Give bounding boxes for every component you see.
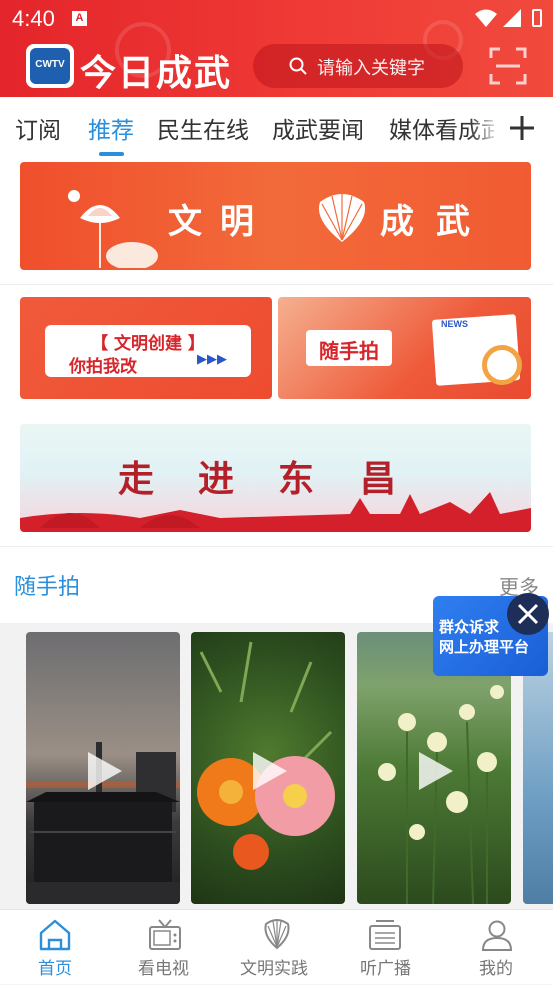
lotus-icon [68,190,158,268]
civ-char-3: 成 [380,202,414,242]
notification-icon: A [72,11,87,26]
play-icon [419,752,453,790]
nav-civilization[interactable]: 文明实践 [220,910,332,985]
appeal-line-1: 群众诉求 [439,618,500,636]
skyline-graphic [20,492,531,532]
report-banner[interactable]: 【 文明创建 】 你拍我改 ▶▶▶ [20,297,272,399]
civ-char-1: 文 [168,202,202,242]
scan-icon[interactable] [488,46,528,86]
tab-livelihood[interactable]: 民生在线 [157,111,249,145]
civ-char-2: 明 [220,202,254,242]
nav-radio[interactable]: 听广播 [332,910,442,985]
nav-profile[interactable]: 我的 [442,910,553,985]
appeal-line-2: 网上办理平台 [439,638,530,656]
search-bar[interactable]: 请输入关键字 [253,44,463,88]
arrows-icon: ▶▶▶ [197,352,227,367]
tab-recommend[interactable]: 推荐 [88,111,134,145]
civ-char-4: 武 [436,202,470,242]
civilization-banner[interactable]: 文 明 成 武 [20,162,531,270]
bottom-navigation: 首页 看电视 文明实践 听广播 我的 [0,909,553,984]
status-time: 4:40 [12,6,55,31]
status-bar: 4:40 A [0,0,553,38]
battery-icon [532,9,542,27]
dongchang-banner[interactable]: 走 进 东 昌 [20,424,531,532]
play-icon [88,752,122,790]
app-logo: CWTV [26,44,74,88]
nav-tv[interactable]: 看电视 [110,910,220,985]
user-icon [481,920,513,951]
nav-home[interactable]: 首页 [0,910,110,985]
app-title: 今日成武 [80,52,233,94]
search-placeholder: 请输入关键字 [317,58,425,79]
tab-indicator [99,152,124,156]
snapshot-banner[interactable]: 随手拍 NEWS [278,297,531,399]
tab-news[interactable]: 成武要闻 [272,111,364,145]
magnifier-icon [482,345,522,385]
close-icon [517,603,539,625]
add-channel-icon[interactable] [508,114,536,142]
snapshot-label: 随手拍 [319,339,379,363]
fan-emblem-icon [318,194,366,242]
report-subtitle: 你拍我改 [69,357,137,377]
report-title: 【 文明创建 】 [91,334,205,354]
app-header: 4:40 A CWTV 今日成武 请输入关键字 [0,0,553,97]
signal-icon [503,9,521,27]
tv-icon [149,919,181,950]
fan-icon [264,919,290,950]
close-button[interactable] [507,593,549,635]
tab-subscribe[interactable]: 订阅 [15,111,61,145]
news-label: NEWS [441,319,468,329]
section-title: 随手拍 [14,575,81,600]
home-icon [39,919,71,951]
search-icon [289,57,307,75]
channel-tabs: 订阅 推荐 民生在线 成武要闻 媒体看成武 [0,97,553,160]
radio-icon [369,920,401,950]
play-icon [253,752,287,790]
video-card-2[interactable] [191,632,345,904]
video-card-1[interactable] [26,632,180,904]
wifi-icon [475,9,497,27]
